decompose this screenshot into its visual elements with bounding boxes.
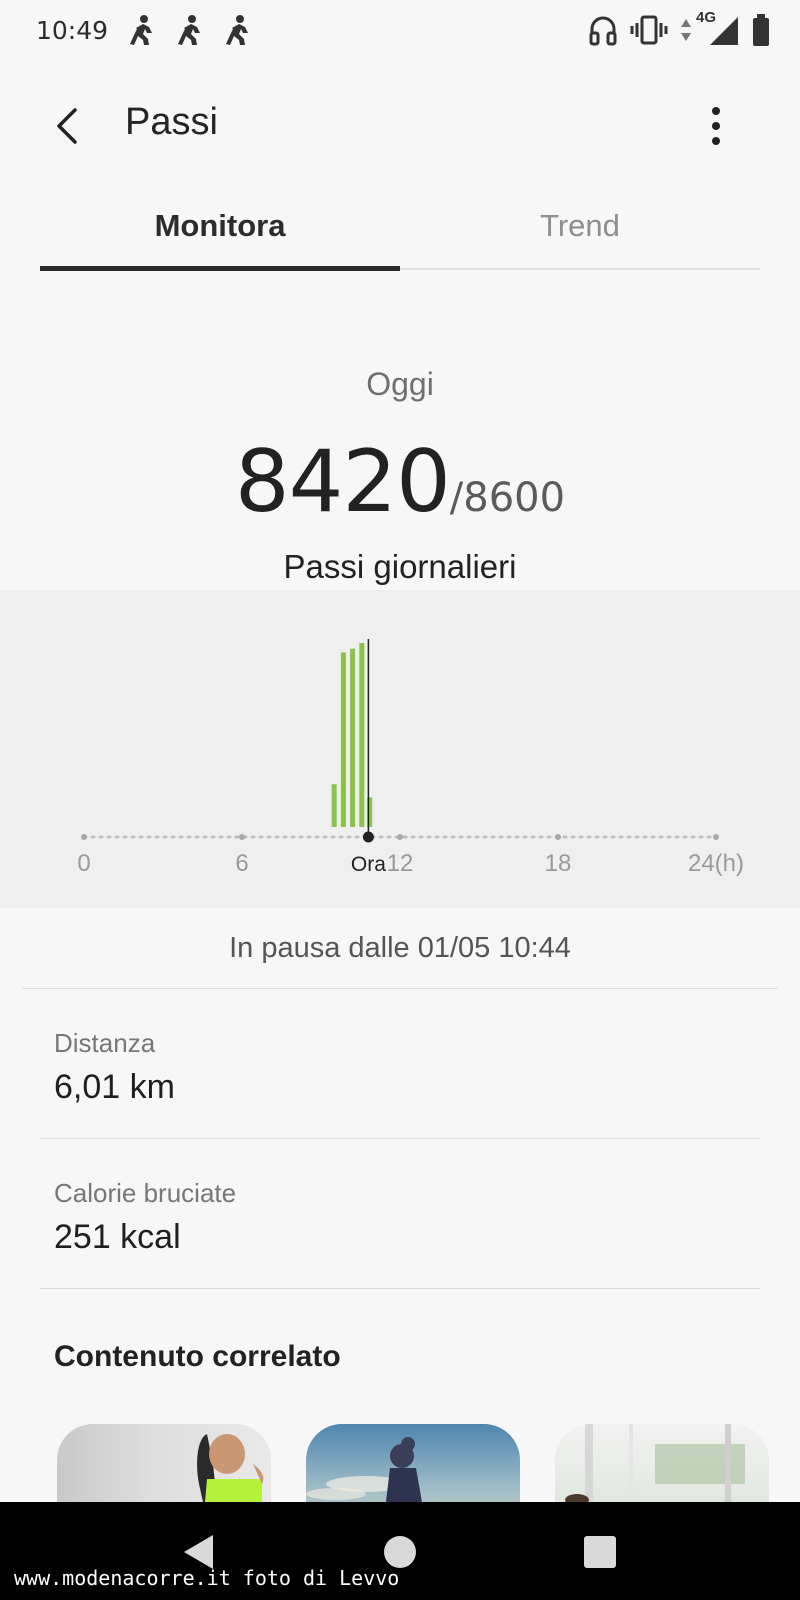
distance-label: Distanza: [54, 1028, 156, 1058]
now-marker-dot: [362, 831, 374, 843]
home-circle-icon: [384, 1536, 416, 1568]
related-content-list: [0, 1424, 800, 1502]
calories-label: Calorie bruciate: [54, 1178, 237, 1208]
tick-dot: [555, 834, 561, 840]
runner-icon: [176, 14, 206, 46]
data-arrows-icon: [680, 17, 692, 43]
tick-dot: [713, 834, 719, 840]
tick-dot: [81, 834, 87, 840]
divider: [22, 988, 778, 989]
runner-icon: [128, 14, 158, 46]
chart-svg: 0 6 12 18 24(h) Ora: [77, 639, 744, 877]
chevron-left-icon: [57, 108, 77, 144]
tick-label: 18: [545, 850, 572, 877]
recents-square-icon: [584, 1536, 616, 1568]
back-button[interactable]: [40, 98, 96, 154]
distance-value: 6,01 km: [54, 1068, 175, 1106]
tab-trend[interactable]: Trend: [400, 190, 760, 274]
workout-image[interactable]: [57, 1424, 271, 1502]
signal-icon: 4G: [696, 9, 740, 47]
tick-dot: [239, 834, 245, 840]
vibrate-icon: [630, 15, 668, 45]
hourly-steps-chart: 0 6 12 18 24(h) Ora: [0, 590, 800, 908]
steps-goal: /8600: [449, 475, 566, 521]
headphones-icon: [588, 14, 618, 46]
watermark-text: www.modenacorre.it foto di Levvo: [14, 1566, 400, 1590]
gym-image[interactable]: [555, 1424, 769, 1502]
tab-monitora[interactable]: Monitora: [40, 190, 400, 274]
running-image[interactable]: [306, 1424, 520, 1502]
tab-indicator: [40, 266, 400, 271]
page-title: Passi: [125, 101, 218, 143]
step-bar: [350, 648, 356, 827]
status-bar: 10:49 4G: [0, 0, 800, 62]
tick-label: 0: [77, 850, 90, 877]
system-nav-bar: www.modenacorre.it foto di Levvo: [0, 1502, 800, 1600]
tick-label: 12: [387, 850, 414, 877]
app-bar: Passi: [0, 80, 800, 170]
step-bar: [340, 652, 346, 827]
steps-summary: 8420/8600: [0, 432, 800, 532]
status-time: 10:49: [36, 16, 109, 45]
step-bar: [359, 643, 365, 827]
divider: [40, 1288, 760, 1289]
related-content-title: Contenuto correlato: [54, 1340, 341, 1373]
steps-count: 8420: [234, 432, 451, 532]
more-vertical-icon: [712, 107, 720, 145]
battery-icon: [752, 14, 770, 46]
tick-dot: [397, 834, 403, 840]
network-type: 4G: [696, 9, 717, 26]
more-options-button[interactable]: [688, 98, 744, 154]
now-label: Ora: [351, 853, 386, 876]
step-bar: [331, 784, 337, 827]
nav-recents-button[interactable]: [570, 1524, 630, 1580]
tick-label: 6: [235, 850, 248, 877]
period-label: Oggi: [366, 366, 434, 402]
tab-bar: Monitora Trend: [40, 190, 760, 274]
paused-status: In pausa dalle 01/05 10:44: [229, 932, 571, 964]
calories-value: 251 kcal: [54, 1218, 181, 1256]
divider: [40, 1138, 760, 1139]
runner-icon: [224, 14, 254, 46]
tick-label: 24(h): [688, 850, 744, 877]
steps-caption: Passi giornalieri: [283, 548, 517, 585]
